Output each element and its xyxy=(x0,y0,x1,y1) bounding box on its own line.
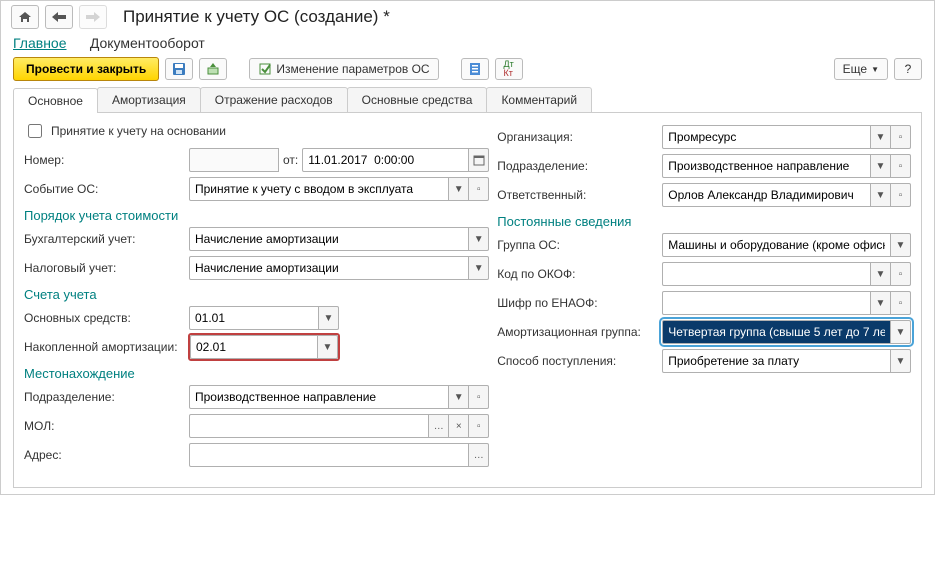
tax-input[interactable] xyxy=(189,256,469,280)
tab-expenses[interactable]: Отражение расходов xyxy=(200,87,348,112)
from-label: от: xyxy=(283,153,298,167)
dept-input[interactable] xyxy=(189,385,449,409)
group-label: Группа ОС: xyxy=(497,238,662,252)
toolbar: Провести и закрыть Изменение параметров … xyxy=(1,51,934,87)
calendar-icon[interactable] xyxy=(469,148,489,172)
event-label: Событие ОС: xyxy=(24,182,189,196)
rdept-input[interactable] xyxy=(662,154,871,178)
main-tab-docflow[interactable]: Документооборот xyxy=(90,35,205,51)
dropdown-icon[interactable]: ▼ xyxy=(871,183,891,207)
amgrp-label: Амортизационная группа: xyxy=(497,325,662,339)
address-input[interactable] xyxy=(189,443,469,467)
resp-label: Ответственный: xyxy=(497,188,662,202)
more-button[interactable]: Еще ▼ xyxy=(834,58,888,80)
clear-icon[interactable]: × xyxy=(449,414,469,438)
open-icon[interactable]: ▫ xyxy=(891,262,911,286)
dropdown-icon[interactable]: ▼ xyxy=(891,349,911,373)
number-label: Номер: xyxy=(24,153,189,167)
post-button[interactable] xyxy=(199,58,227,80)
ellipsis-icon[interactable]: … xyxy=(469,443,489,467)
open-icon[interactable]: ▫ xyxy=(469,177,489,201)
number-input[interactable] xyxy=(189,148,279,172)
home-button[interactable] xyxy=(11,5,39,29)
address-label: Адрес: xyxy=(24,448,189,462)
org-input[interactable] xyxy=(662,125,871,149)
tab-assets[interactable]: Основные средства xyxy=(347,87,488,112)
open-icon[interactable]: ▫ xyxy=(891,291,911,315)
amort-account-label: Накопленной амортизации: xyxy=(24,340,189,354)
group-input[interactable] xyxy=(662,233,891,257)
amgrp-input[interactable] xyxy=(662,320,891,344)
chevron-down-icon: ▼ xyxy=(871,65,879,74)
window: Принятие к учету ОС (создание) * Главное… xyxy=(0,0,935,495)
enaof-input[interactable] xyxy=(662,291,871,315)
open-icon[interactable]: ▫ xyxy=(891,154,911,178)
tab-comment[interactable]: Комментарий xyxy=(486,87,592,112)
section-location-title: Местонахождение xyxy=(24,366,489,381)
org-label: Организация: xyxy=(497,130,662,144)
sub-tabs: Основное Амортизация Отражение расходов … xyxy=(13,87,922,113)
method-label: Способ поступления: xyxy=(497,354,662,368)
method-input[interactable] xyxy=(662,349,891,373)
mol-label: МОЛ: xyxy=(24,419,189,433)
form-body: Принятие к учету на основании Номер: от: xyxy=(13,113,922,488)
dropdown-icon[interactable]: ▼ xyxy=(871,125,891,149)
asset-account-label: Основных средств: xyxy=(24,311,189,325)
asset-account-input[interactable] xyxy=(189,306,319,330)
post-and-close-button[interactable]: Провести и закрыть xyxy=(13,57,159,81)
basis-checkbox-row: Принятие к учету на основании xyxy=(24,121,489,141)
open-icon[interactable]: ▫ xyxy=(469,385,489,409)
ellipsis-icon[interactable]: … xyxy=(429,414,449,438)
dropdown-icon[interactable]: ▼ xyxy=(891,233,911,257)
dropdown-icon[interactable]: ▼ xyxy=(318,335,338,359)
dropdown-icon[interactable]: ▼ xyxy=(891,320,911,344)
basis-checkbox-label: Принятие к учету на основании xyxy=(51,124,226,138)
basis-checkbox[interactable] xyxy=(28,124,42,138)
rdept-label: Подразделение: xyxy=(497,159,662,173)
forward-button xyxy=(79,5,107,29)
resp-input[interactable] xyxy=(662,183,871,207)
section-cost-title: Порядок учета стоимости xyxy=(24,208,489,223)
open-icon[interactable]: ▫ xyxy=(469,414,489,438)
save-button[interactable] xyxy=(165,58,193,80)
change-params-button[interactable]: Изменение параметров ОС xyxy=(249,58,438,80)
dropdown-icon[interactable]: ▼ xyxy=(449,385,469,409)
window-title: Принятие к учету ОС (создание) * xyxy=(123,7,390,27)
mol-input[interactable] xyxy=(189,414,429,438)
report-button[interactable] xyxy=(461,58,489,80)
dropdown-icon[interactable]: ▼ xyxy=(319,306,339,330)
main-tab-main[interactable]: Главное xyxy=(13,35,67,51)
dropdown-icon[interactable]: ▼ xyxy=(449,177,469,201)
left-column: Принятие к учету на основании Номер: от: xyxy=(24,121,489,471)
main-tabs: Главное Документооборот xyxy=(1,29,934,51)
more-label: Еще xyxy=(843,62,867,76)
date-input[interactable] xyxy=(302,148,469,172)
enaof-label: Шифр по ЕНАОФ: xyxy=(497,296,662,310)
section-const-title: Постоянные сведения xyxy=(497,214,911,229)
tab-main[interactable]: Основное xyxy=(13,88,98,113)
topbar: Принятие к учету ОС (создание) * xyxy=(1,1,934,29)
dtk-button[interactable]: ДтКт xyxy=(495,58,523,80)
tab-amortization[interactable]: Амортизация xyxy=(97,87,201,112)
section-accounts-title: Счета учета xyxy=(24,287,489,302)
help-button[interactable]: ? xyxy=(894,58,922,80)
dropdown-icon[interactable]: ▼ xyxy=(871,154,891,178)
event-input[interactable] xyxy=(189,177,449,201)
dropdown-icon[interactable]: ▼ xyxy=(871,262,891,286)
open-icon[interactable]: ▫ xyxy=(891,125,911,149)
amort-account-input[interactable] xyxy=(190,335,318,359)
okof-label: Код по ОКОФ: xyxy=(497,267,662,281)
open-icon[interactable]: ▫ xyxy=(891,183,911,207)
tax-label: Налоговый учет: xyxy=(24,261,189,275)
dept-label: Подразделение: xyxy=(24,390,189,404)
okof-input[interactable] xyxy=(662,262,871,286)
dropdown-icon[interactable]: ▼ xyxy=(871,291,891,315)
right-column: Организация: ▼ ▫ Подразделение: ▼ ▫ Отве… xyxy=(497,121,911,471)
dropdown-icon[interactable]: ▼ xyxy=(469,256,489,280)
dropdown-icon[interactable]: ▼ xyxy=(469,227,489,251)
change-params-label: Изменение параметров ОС xyxy=(276,62,429,76)
back-button[interactable] xyxy=(45,5,73,29)
buh-label: Бухгалтерский учет: xyxy=(24,232,189,246)
buh-input[interactable] xyxy=(189,227,469,251)
